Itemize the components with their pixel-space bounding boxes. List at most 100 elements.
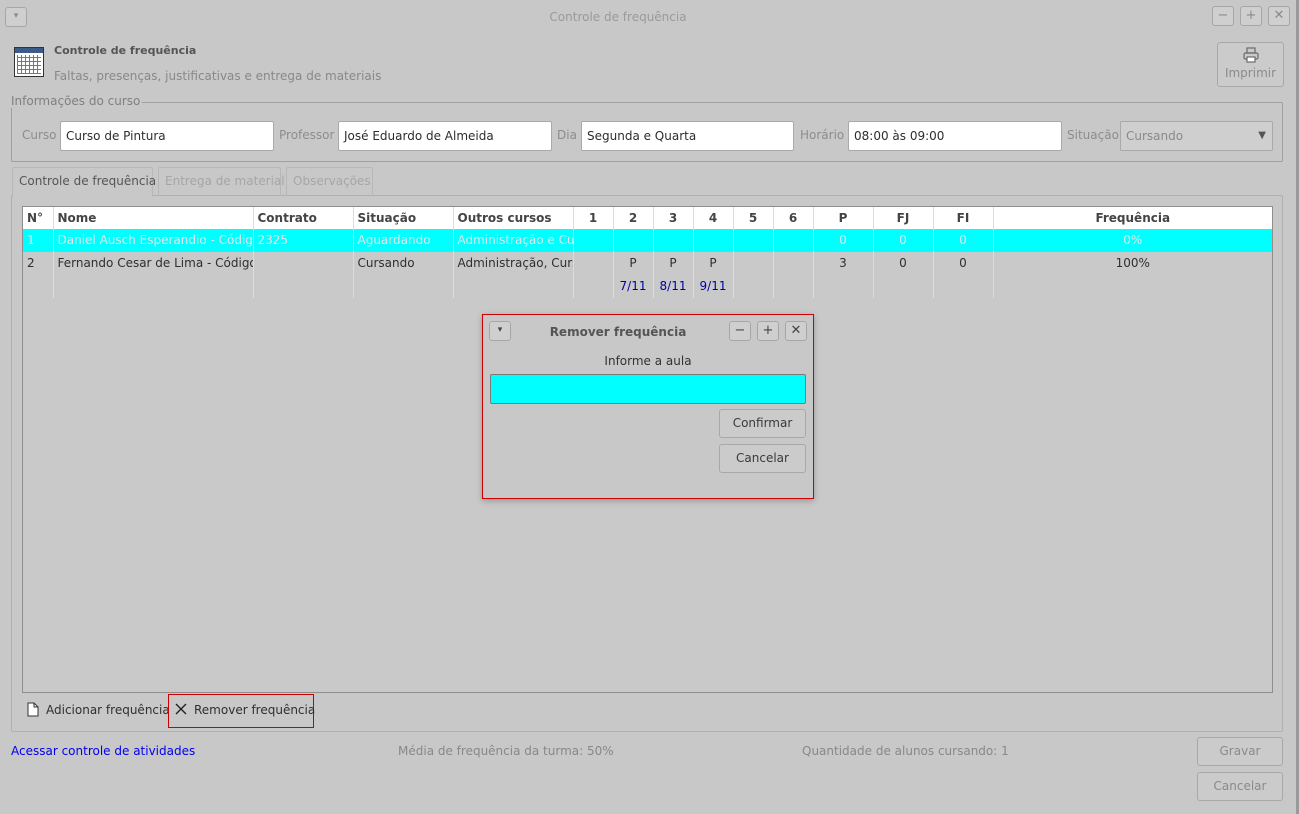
lesson-input[interactable] xyxy=(490,374,806,404)
row-unjustified-absences: 0 xyxy=(933,229,994,252)
dialog-cancel-button[interactable]: Cancelar xyxy=(719,444,806,473)
attendance-date xyxy=(578,275,609,298)
attendance-cell[interactable] xyxy=(733,229,774,252)
attendance-cell[interactable]: P 7/11 xyxy=(613,252,654,298)
column-header[interactable]: Outros cursos xyxy=(453,207,574,229)
attendance-date xyxy=(778,275,809,298)
row-unjustified-absences: 0 xyxy=(933,252,994,298)
document-icon xyxy=(27,702,39,717)
row-frequency: 0% xyxy=(993,229,1272,252)
column-header[interactable]: 3 xyxy=(653,207,694,229)
column-header[interactable]: Situação xyxy=(353,207,454,229)
calendar-icon xyxy=(14,47,44,77)
row-presences: 3 xyxy=(813,252,874,298)
row-contract: 2325 xyxy=(253,229,354,252)
row-justified-absences: 0 xyxy=(873,252,934,298)
column-header[interactable]: FI xyxy=(933,207,994,229)
attendance-cell[interactable] xyxy=(613,229,654,252)
maximize-button[interactable]: + xyxy=(1240,6,1262,26)
attendance-cell[interactable]: P 8/11 xyxy=(653,252,694,298)
dialog-maximize-button[interactable]: + xyxy=(757,321,779,341)
row-other-courses: Administração, Curso xyxy=(453,252,574,298)
attendance-cell[interactable]: P 9/11 xyxy=(693,252,734,298)
table-row[interactable]: 2 Fernando Cesar de Lima - Código: 2 Cur… xyxy=(23,252,1272,298)
row-name: Daniel Ausch Esperandio - Código: 1 xyxy=(53,229,254,252)
time-field[interactable]: 08:00 às 09:00 xyxy=(848,121,1062,151)
print-button[interactable]: Imprimir xyxy=(1217,42,1284,87)
row-presences: 0 xyxy=(813,229,874,252)
column-header[interactable]: 5 xyxy=(733,207,774,229)
minimize-button[interactable]: − xyxy=(1212,6,1234,26)
attendance-cell[interactable] xyxy=(653,229,694,252)
attendance-date: 9/11 xyxy=(699,279,727,293)
attendance-mark: P xyxy=(629,256,637,270)
status-select[interactable]: Cursando ▼ xyxy=(1120,121,1273,151)
column-header[interactable]: P xyxy=(813,207,874,229)
column-header[interactable]: 1 xyxy=(573,207,614,229)
average-frequency-text: Média de frequência da turma: 50% xyxy=(398,744,614,758)
column-header[interactable]: Frequência xyxy=(993,207,1272,229)
row-justified-absences: 0 xyxy=(873,229,934,252)
dialog-minimize-button[interactable]: − xyxy=(729,321,751,341)
attendance-date xyxy=(738,275,769,298)
teacher-field[interactable]: José Eduardo de Almeida xyxy=(338,121,552,151)
cancel-button[interactable]: Cancelar xyxy=(1197,772,1283,801)
window-title: Controle de frequência xyxy=(549,10,687,24)
row-other-courses: Administração e Curso xyxy=(453,229,574,252)
attendance-cell[interactable] xyxy=(773,229,814,252)
confirm-button[interactable]: Confirmar xyxy=(719,409,806,438)
dialog-prompt: Informe a aula xyxy=(604,354,692,368)
column-header[interactable]: N° xyxy=(23,207,54,229)
remove-frequency-button[interactable]: Remover frequência xyxy=(168,694,316,728)
page-subtitle: Faltas, presenças, justificativas e entr… xyxy=(54,69,382,83)
teacher-label: Professor xyxy=(279,128,335,142)
row-number: 1 xyxy=(23,229,54,252)
attendance-cell[interactable] xyxy=(573,229,614,252)
table-header: N° Nome Contrato Situação Outros cursos … xyxy=(23,207,1272,229)
attendance-mark: P xyxy=(709,256,717,270)
activities-control-link[interactable]: Acessar controle de atividades xyxy=(11,744,195,758)
remove-frequency-label: Remover frequência xyxy=(194,703,316,717)
day-field[interactable]: Segunda e Quarta xyxy=(581,121,794,151)
attendance-mark xyxy=(738,252,769,275)
attendance-table: N° Nome Contrato Situação Outros cursos … xyxy=(23,207,1272,298)
column-header[interactable]: 6 xyxy=(773,207,814,229)
attendance-cell[interactable] xyxy=(733,252,774,298)
column-header[interactable]: Contrato xyxy=(253,207,354,229)
page-title: Controle de frequência xyxy=(54,44,197,57)
title-bar: ▾ Controle de frequência − + ✕ xyxy=(0,0,1299,34)
status-label: Situação xyxy=(1067,128,1119,142)
attendance-mark xyxy=(578,252,609,275)
add-frequency-label: Adicionar frequência xyxy=(46,703,170,717)
dialog-close-button[interactable]: ✕ xyxy=(785,321,807,341)
attendance-cell[interactable] xyxy=(773,252,814,298)
dialog-menu-button[interactable]: ▾ xyxy=(489,321,511,341)
print-label: Imprimir xyxy=(1224,66,1277,80)
course-info-legend: Informações do curso xyxy=(11,94,143,108)
tab-controle-de-frequencia[interactable]: Controle de frequência xyxy=(12,167,156,197)
table-row[interactable]: 1 Daniel Ausch Esperandio - Código: 1 23… xyxy=(23,229,1272,252)
row-contract xyxy=(253,252,354,298)
save-button[interactable]: Gravar xyxy=(1197,737,1283,766)
attendance-cell[interactable] xyxy=(573,252,614,298)
column-header[interactable]: FJ xyxy=(873,207,934,229)
course-field[interactable]: Curso de Pintura xyxy=(60,121,274,151)
tab-observacoes[interactable]: Observações xyxy=(286,167,373,196)
time-label: Horário xyxy=(800,128,845,142)
column-header[interactable]: 4 xyxy=(693,207,734,229)
day-label: Dia xyxy=(557,128,577,142)
row-frequency: 100% xyxy=(1115,256,1150,270)
attendance-mark: P xyxy=(669,256,677,270)
attendance-cell[interactable] xyxy=(693,229,734,252)
add-frequency-button[interactable]: Adicionar frequência xyxy=(22,697,170,725)
tab-entrega-de-material[interactable]: Entrega de material xyxy=(158,167,285,196)
row-status: Cursando xyxy=(353,252,454,298)
column-header[interactable]: Nome xyxy=(53,207,254,229)
chevron-down-icon: ▼ xyxy=(1258,130,1266,141)
column-header[interactable]: 2 xyxy=(613,207,654,229)
attendance-date: 7/11 xyxy=(619,279,647,293)
students-count-text: Quantidade de alunos cursando: 1 xyxy=(802,744,1009,758)
remove-frequency-dialog: ▾ Remover frequência − + ✕ Informe a aul… xyxy=(482,314,814,499)
close-button[interactable]: ✕ xyxy=(1268,6,1290,26)
attendance-mark xyxy=(778,252,809,275)
